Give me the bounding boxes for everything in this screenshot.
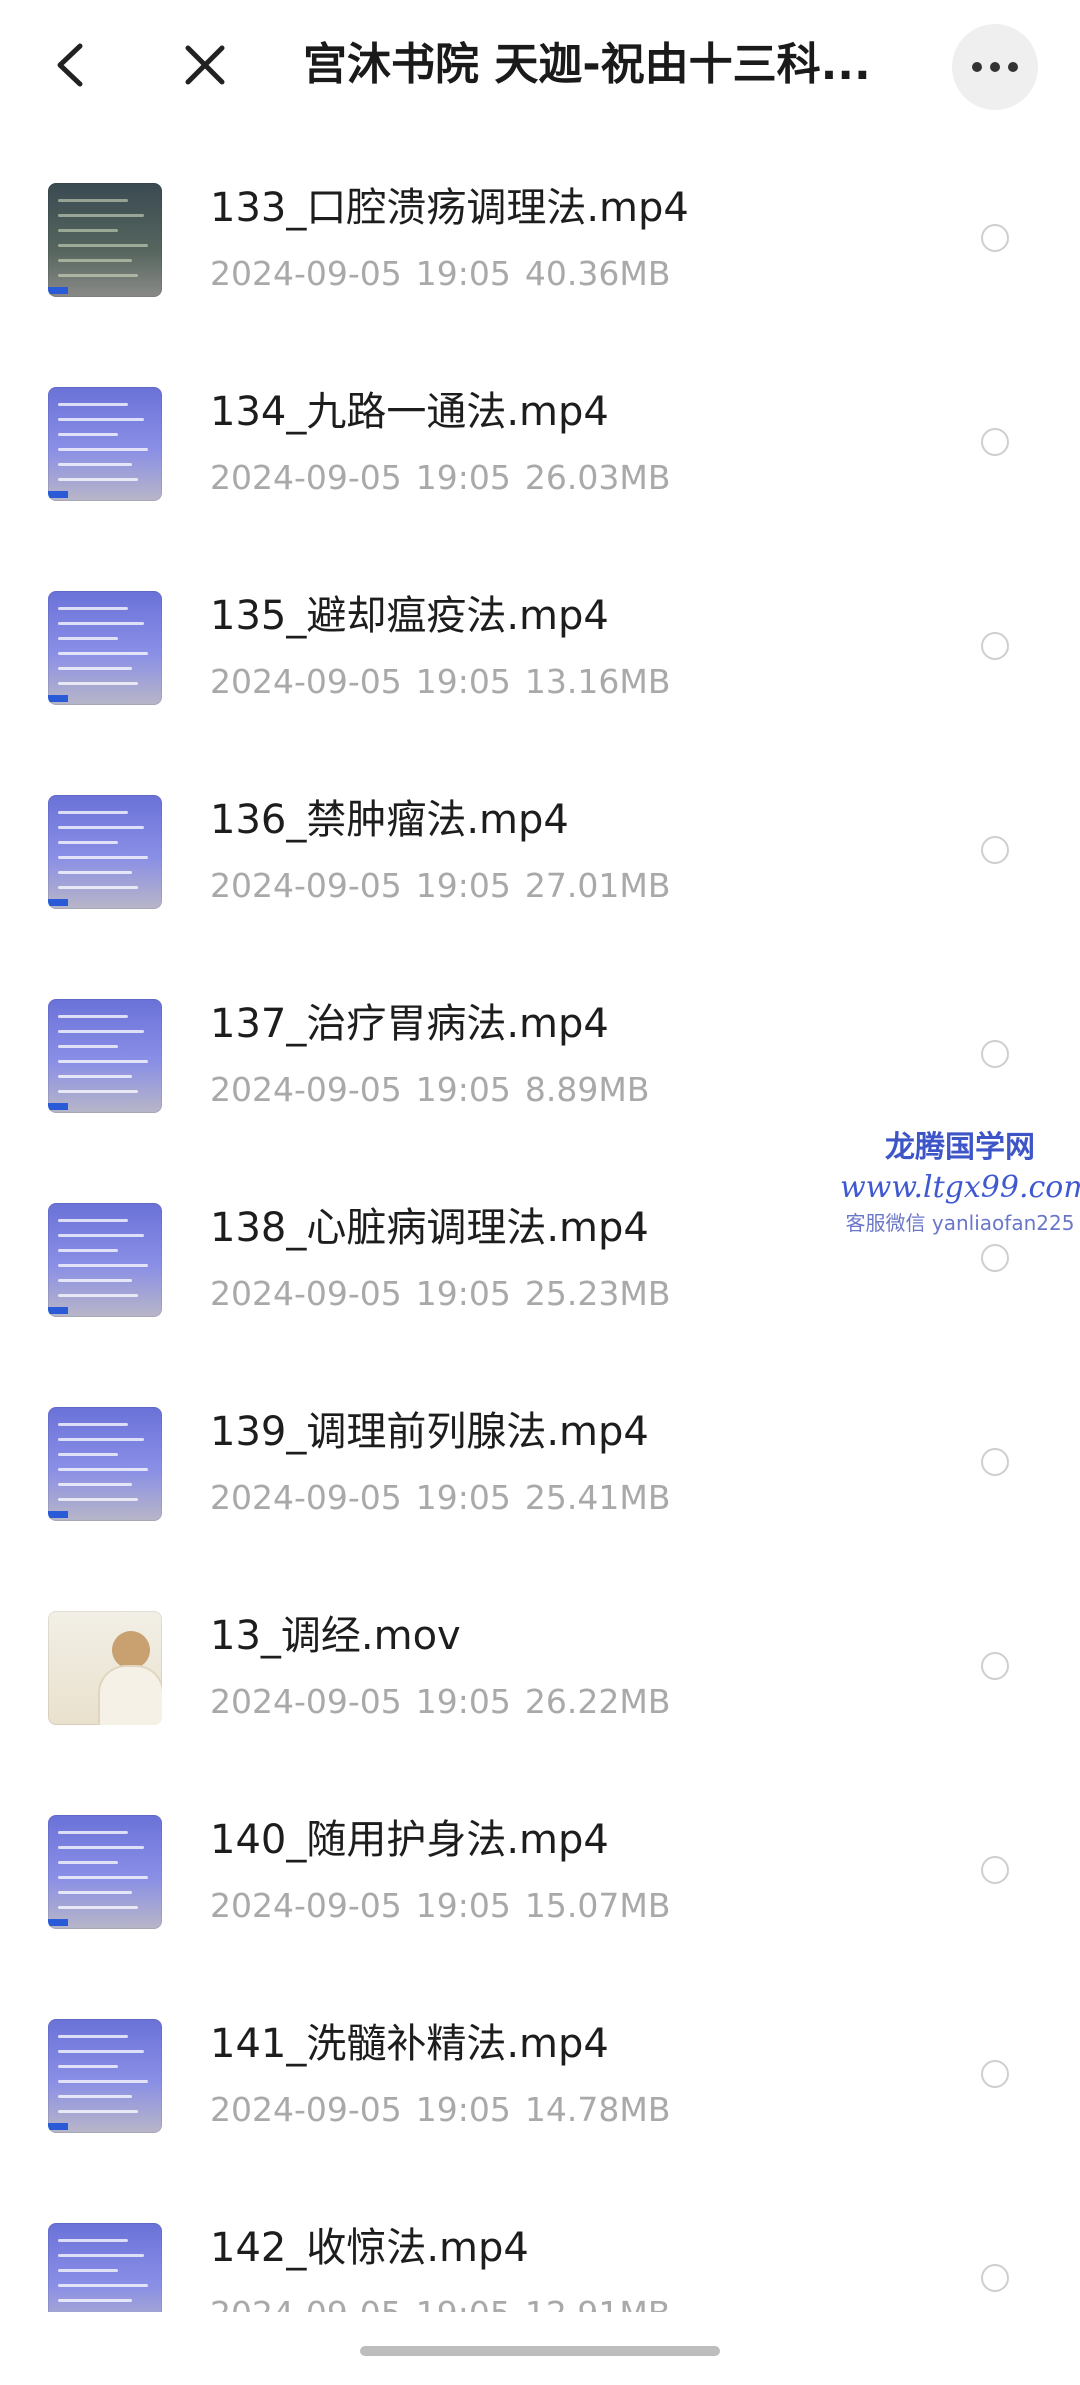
file-time: 19:05: [415, 1886, 511, 1925]
file-row[interactable]: 141_洗髓补精法.mp4 2024-09-05 19:05 14.78MB: [0, 1986, 1080, 2190]
file-name: 136_禁肿瘤法.mp4: [210, 797, 569, 843]
file-size: 25.23MB: [524, 1274, 671, 1313]
file-date: 2024-09-05: [210, 2090, 402, 2129]
file-size: 26.22MB: [524, 1682, 671, 1721]
watermark-title: 龙腾国学网: [885, 1130, 1035, 1165]
file-time: 19:05: [415, 458, 511, 497]
file-thumbnail: [48, 1815, 162, 1929]
file-time: 19:05: [415, 1478, 511, 1517]
file-time: 19:05: [416, 2294, 511, 2312]
file-time: 19:05: [415, 2090, 511, 2129]
select-radio[interactable]: [981, 632, 1009, 660]
file-thumbnail: [48, 1203, 162, 1317]
file-meta: 2024-09-05 19:05 25.41MB: [210, 1474, 970, 1522]
file-thumbnail: [48, 999, 162, 1113]
select-radio[interactable]: [981, 1652, 1009, 1680]
file-name: 135_避却瘟疫法.mp4: [210, 593, 609, 639]
select-radio[interactable]: [981, 1856, 1009, 1884]
file-size: 40.36MB: [524, 254, 671, 293]
file-meta: 2024-09-05 19:05 8.89MB: [210, 1066, 970, 1114]
file-time: 19:05: [415, 1682, 511, 1721]
file-row[interactable]: 139_调理前列腺法.mp4 2024-09-05 19:05 25.41MB: [0, 1374, 1080, 1578]
file-date: 2024-09-05: [210, 2294, 402, 2312]
file-thumbnail: [48, 1611, 162, 1725]
watermark-contact: 客服微信 yanliaofan225: [845, 1211, 1075, 1235]
select-radio[interactable]: [981, 224, 1009, 252]
file-thumbnail: [48, 2019, 162, 2133]
file-date: 2024-09-05: [210, 1274, 402, 1313]
watermark: 龙腾国学网 www.ltgx99.com 客服微信 yanliaofan225: [840, 1128, 1080, 1238]
file-thumbnail: [48, 1407, 162, 1521]
file-meta: 2024-09-05 19:05 12.91MB: [210, 2290, 970, 2312]
file-time: 19:05: [415, 1070, 511, 1109]
file-meta: 2024-09-05 19:05 13.16MB: [210, 658, 970, 706]
file-date: 2024-09-05: [210, 458, 402, 497]
page-title: 宫沐书院 天迦-祝由十三科...: [303, 39, 871, 90]
file-size: 25.41MB: [524, 1478, 671, 1517]
file-time: 19:05: [415, 866, 511, 905]
file-thumbnail: [48, 795, 162, 909]
file-thumbnail: [48, 387, 162, 501]
watermark-url: www.ltgx99.com: [840, 1170, 1080, 1205]
select-radio[interactable]: [981, 2060, 1009, 2088]
file-row[interactable]: 140_随用护身法.mp4 2024-09-05 19:05 15.07MB: [0, 1782, 1080, 1986]
select-radio[interactable]: [981, 836, 1009, 864]
file-name: 137_治疗胃病法.mp4: [210, 1001, 609, 1047]
file-date: 2024-09-05: [210, 1682, 402, 1721]
file-size: 15.07MB: [524, 1886, 671, 1925]
file-meta: 2024-09-05 19:05 14.78MB: [210, 2086, 970, 2134]
file-meta: 2024-09-05 19:05 40.36MB: [210, 250, 970, 298]
file-name: 141_洗髓补精法.mp4: [210, 2021, 609, 2067]
file-time: 19:05: [415, 1274, 511, 1313]
file-date: 2024-09-05: [210, 1886, 402, 1925]
home-indicator: [360, 2346, 720, 2356]
file-thumbnail: [48, 2223, 162, 2312]
select-radio[interactable]: [981, 1040, 1009, 1068]
file-time: 19:05: [415, 254, 511, 293]
file-meta: 2024-09-05 19:05 26.22MB: [210, 1678, 970, 1726]
file-meta: 2024-09-05 19:05 26.03MB: [210, 454, 970, 502]
file-name: 133_口腔溃疡调理法.mp4: [210, 185, 689, 231]
file-size: 8.89MB: [524, 1070, 650, 1109]
file-thumbnail: [48, 591, 162, 705]
file-meta: 2024-09-05 19:05 25.23MB: [210, 1270, 970, 1318]
file-date: 2024-09-05: [210, 254, 402, 293]
file-size: 26.03MB: [524, 458, 671, 497]
file-date: 2024-09-05: [210, 1478, 402, 1517]
select-radio[interactable]: [981, 428, 1009, 456]
file-size: 12.91MB: [525, 2294, 671, 2312]
file-size: 14.78MB: [524, 2090, 671, 2129]
select-radio[interactable]: [981, 2264, 1009, 2292]
file-size: 13.16MB: [524, 662, 671, 701]
file-name: 140_随用护身法.mp4: [210, 1817, 609, 1863]
file-meta: 2024-09-05 19:05 27.01MB: [210, 862, 970, 910]
file-date: 2024-09-05: [210, 662, 402, 701]
top-bar: 宫沐书院 天迦-祝由十三科...: [0, 0, 1080, 130]
close-icon[interactable]: [170, 30, 240, 100]
select-radio[interactable]: [981, 1448, 1009, 1476]
file-row[interactable]: 134_九路一通法.mp4 2024-09-05 19:05 26.03MB: [0, 354, 1080, 558]
file-thumbnail: [48, 183, 162, 297]
file-row[interactable]: 133_口腔溃疡调理法.mp4 2024-09-05 19:05 40.36MB: [0, 150, 1080, 354]
more-dots-icon[interactable]: [952, 24, 1038, 110]
file-row[interactable]: 142_收惊法.mp4 2024-09-05 19:05 12.91MB: [0, 2190, 1080, 2312]
file-name: 142_收惊法.mp4: [210, 2225, 529, 2271]
file-row[interactable]: 136_禁肿瘤法.mp4 2024-09-05 19:05 27.01MB: [0, 762, 1080, 966]
select-radio[interactable]: [981, 1244, 1009, 1272]
file-time: 19:05: [415, 662, 511, 701]
file-date: 2024-09-05: [210, 1070, 402, 1109]
back-arrow-icon[interactable]: [40, 30, 100, 100]
file-meta: 2024-09-05 19:05 15.07MB: [210, 1882, 970, 1930]
file-size: 27.01MB: [524, 866, 671, 905]
file-date: 2024-09-05: [210, 866, 402, 905]
file-name: 134_九路一通法.mp4: [210, 389, 609, 435]
file-name: 13_调经.mov: [210, 1613, 461, 1659]
file-name: 139_调理前列腺法.mp4: [210, 1409, 649, 1455]
file-row[interactable]: 135_避却瘟疫法.mp4 2024-09-05 19:05 13.16MB: [0, 558, 1080, 762]
file-row[interactable]: 13_调经.mov 2024-09-05 19:05 26.22MB: [0, 1578, 1080, 1782]
